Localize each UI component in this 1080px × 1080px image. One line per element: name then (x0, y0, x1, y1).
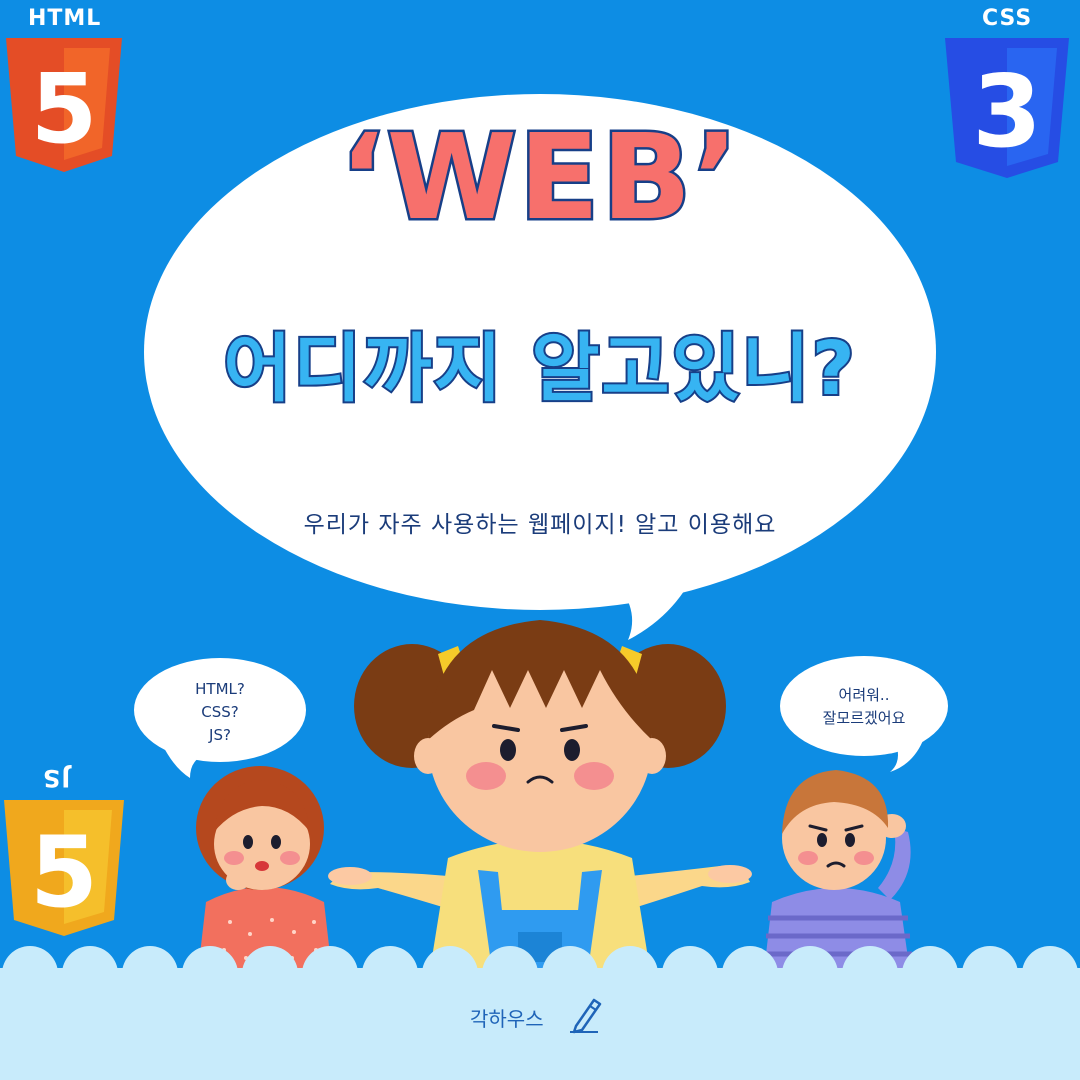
js-logo-label: JS (42, 764, 71, 792)
girl-character-illustration (328, 620, 752, 970)
right-bubble-text: 어려워.. 잘모르겠어요 (794, 684, 934, 730)
pencil-icon (570, 998, 602, 1034)
js-glyph: 5 (30, 816, 98, 930)
right-bubble-line: 잘모르겠어요 (822, 709, 906, 727)
left-bubble-line: JS? (209, 726, 231, 744)
main-title: ‘WEB’ (337, 108, 741, 246)
js-logo-icon: 5 (4, 800, 124, 936)
left-bubble-line: CSS? (201, 703, 239, 721)
main-subtitle: 어디까지 알고있니? (221, 326, 857, 412)
left-bubble-line: HTML? (195, 680, 245, 698)
brand-name: 각하우스 (470, 1007, 544, 1031)
main-caption: 우리가 자주 사용하는 웹페이지! 알고 이용해요 (303, 512, 777, 538)
left-bubble-text: HTML? CSS? JS? (160, 678, 280, 747)
right-bubble-line: 어려워.. (838, 686, 890, 704)
